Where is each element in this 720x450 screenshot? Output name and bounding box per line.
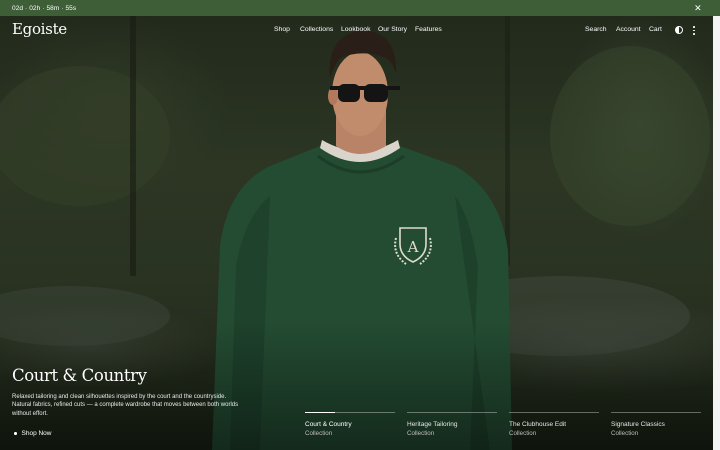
collection-tab-court-country[interactable]: Court & Country Collection	[305, 412, 395, 440]
svg-text:A: A	[407, 238, 419, 256]
tab-sublabel: Collection	[509, 430, 537, 437]
nav-our-story[interactable]: Our Story	[378, 26, 407, 33]
nav-lookbook[interactable]: Lookbook	[341, 26, 370, 33]
account-link[interactable]: Account	[616, 26, 641, 33]
hero-title: Court & Country	[12, 366, 147, 385]
tab-sublabel: Collection	[407, 430, 435, 437]
more-vertical-icon[interactable]	[691, 26, 697, 35]
tab-label: Signature Classics	[611, 421, 665, 428]
tab-sublabel: Collection	[611, 430, 639, 437]
nav-collections[interactable]: Collections	[300, 26, 333, 33]
tab-sublabel: Collection	[305, 430, 333, 437]
tab-progress-fill	[305, 412, 335, 413]
scrollbar[interactable]	[713, 16, 720, 450]
cart-link[interactable]: Cart	[649, 26, 662, 33]
collection-tab-signature-classics[interactable]: Signature Classics Collection	[611, 412, 701, 440]
contrast-icon[interactable]	[675, 26, 683, 34]
tab-progress-track	[407, 412, 497, 413]
tab-progress-track	[509, 412, 599, 413]
tab-label: Court & Country	[305, 421, 352, 428]
tab-progress-track	[305, 412, 395, 413]
nav-shop[interactable]: Shop	[274, 26, 290, 33]
announcement-bar: 02d · 02h · 58m · 55s ✕	[0, 0, 720, 16]
tab-label: The Clubhouse Edit	[509, 421, 567, 428]
collection-tab-heritage-tailoring[interactable]: Heritage Tailoring Collection	[407, 412, 497, 440]
tab-progress-track	[611, 412, 701, 413]
close-icon[interactable]: ✕	[692, 2, 704, 14]
collection-tab-clubhouse-edit[interactable]: The Clubhouse Edit Collection	[509, 412, 599, 440]
bullet-icon	[14, 432, 17, 435]
hero-description: Relaxed tailoring and clean silhouettes …	[12, 394, 239, 417]
shop-now-link[interactable]: Shop Now	[14, 430, 52, 437]
search-link[interactable]: Search	[585, 26, 607, 33]
tab-label: Heritage Tailoring	[407, 421, 458, 428]
nav-features[interactable]: Features	[415, 26, 442, 33]
shop-now-label: Shop Now	[21, 430, 52, 437]
brand-logo[interactable]: Egoiste	[12, 20, 67, 38]
countdown-timer: 02d · 02h · 58m · 55s	[12, 4, 77, 12]
